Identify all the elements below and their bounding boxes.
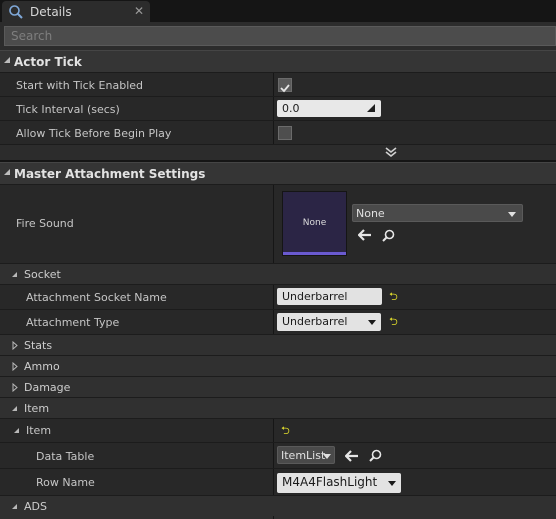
category-label: Actor Tick bbox=[14, 55, 82, 69]
row-name-combo[interactable]: M4A4FlashLight bbox=[277, 473, 401, 493]
subcategory-socket[interactable]: Socket bbox=[0, 263, 556, 284]
row-data-table: Data Table ItemList bbox=[0, 442, 556, 468]
search-input[interactable]: Search bbox=[4, 26, 556, 46]
expanded-arrow-icon bbox=[4, 57, 10, 63]
tick-interval-field[interactable]: 0.0 bbox=[277, 100, 381, 117]
row-tick-interval: Tick Interval (secs) 0.0 bbox=[0, 96, 556, 120]
reset-to-default-icon[interactable]: ⮌ bbox=[389, 316, 398, 327]
dropdown-arrow-icon bbox=[368, 320, 376, 325]
search-bar: Search bbox=[0, 22, 556, 50]
collapsed-arrow-icon bbox=[12, 362, 18, 371]
property-label: Fire Sound bbox=[16, 217, 74, 230]
details-icon bbox=[9, 4, 23, 19]
subcategory-label: Socket bbox=[24, 268, 61, 281]
attachment-socket-input[interactable]: Underbarrel bbox=[277, 288, 382, 305]
expanded-arrow-icon bbox=[4, 169, 10, 175]
category-master-attachment[interactable]: Master Attachment Settings bbox=[0, 162, 556, 184]
browse-search-icon[interactable] bbox=[382, 229, 395, 242]
property-label: Item bbox=[26, 424, 52, 437]
property-label: Start with Tick Enabled bbox=[16, 79, 144, 92]
category-actor-tick[interactable]: Actor Tick bbox=[0, 50, 556, 72]
fire-sound-thumbnail[interactable]: None bbox=[282, 191, 347, 256]
row-fire-sound: Fire Sound bbox=[0, 184, 556, 263]
column-divider bbox=[273, 121, 274, 144]
reset-to-default-icon[interactable]: ⮌ bbox=[389, 291, 398, 302]
row-allow-tick: Allow Tick Before Begin Play bbox=[0, 120, 556, 144]
subcategory-label: Item bbox=[24, 402, 50, 415]
column-divider bbox=[273, 419, 274, 442]
subcategory-ads[interactable]: ADS bbox=[0, 495, 556, 519]
dropdown-arrow-icon bbox=[323, 454, 331, 459]
subcategory-label: Stats bbox=[24, 339, 53, 352]
row-name-value: M4A4FlashLight bbox=[282, 475, 378, 489]
use-selected-arrow-icon[interactable] bbox=[358, 229, 372, 241]
collapsed-arrow-icon bbox=[12, 341, 18, 350]
start-with-tick-checkbox[interactable] bbox=[278, 78, 292, 93]
dropdown-arrow-icon bbox=[508, 212, 516, 217]
column-divider bbox=[273, 97, 274, 120]
dropdown-arrow-icon bbox=[388, 481, 396, 486]
advanced-expander[interactable] bbox=[0, 144, 556, 160]
fire-sound-combo[interactable]: None bbox=[352, 204, 523, 222]
allow-tick-checkbox[interactable] bbox=[278, 126, 292, 140]
column-divider bbox=[273, 185, 274, 263]
expanded-arrow-icon bbox=[12, 406, 17, 411]
subcategory-item[interactable]: Item bbox=[0, 397, 556, 418]
chevron-down-icon bbox=[385, 147, 397, 157]
tab-details-label: Details bbox=[30, 4, 72, 19]
use-selected-arrow-icon[interactable] bbox=[345, 450, 359, 462]
reset-to-default-icon[interactable]: ⮌ bbox=[281, 425, 290, 436]
tab-bar: Details ✕ bbox=[0, 0, 556, 22]
expanded-arrow-icon bbox=[12, 504, 17, 509]
property-label: Attachment Type bbox=[26, 316, 120, 329]
subcategory-ammo[interactable]: Ammo bbox=[0, 355, 556, 376]
asset-type-bar bbox=[283, 252, 346, 255]
property-label: Data Table bbox=[36, 450, 95, 463]
row-attachment-type: Attachment Type Underbarrel ⮌ bbox=[0, 309, 556, 334]
expanded-arrow-icon bbox=[12, 272, 17, 277]
expanded-arrow-icon[interactable] bbox=[14, 428, 19, 433]
column-divider bbox=[273, 73, 274, 96]
tick-interval-value: 0.0 bbox=[282, 102, 300, 115]
attachment-type-value: Underbarrel bbox=[282, 315, 348, 328]
tab-details[interactable]: Details ✕ bbox=[2, 1, 150, 22]
column-divider bbox=[273, 285, 274, 309]
property-label: Allow Tick Before Begin Play bbox=[16, 127, 172, 140]
property-label: Attachment Socket Name bbox=[26, 291, 167, 304]
subcategory-label: Damage bbox=[24, 381, 71, 394]
checkmark-icon bbox=[280, 84, 290, 93]
row-row-name: Row Name M4A4FlashLight bbox=[0, 468, 556, 495]
column-divider bbox=[273, 443, 274, 468]
column-divider bbox=[273, 310, 274, 334]
property-label: Tick Interval (secs) bbox=[16, 103, 120, 116]
column-divider bbox=[273, 469, 274, 495]
row-item-struct: Item ⮌ bbox=[0, 418, 556, 442]
subcategory-label: ADS bbox=[24, 500, 47, 513]
row-attachment-socket-name: Attachment Socket Name Underbarrel ⮌ bbox=[0, 284, 556, 309]
property-label: Row Name bbox=[36, 476, 95, 489]
data-table-combo[interactable]: ItemList bbox=[277, 446, 335, 464]
close-icon[interactable]: ✕ bbox=[134, 5, 144, 17]
row-start-with-tick: Start with Tick Enabled bbox=[0, 72, 556, 96]
thumbnail-caption: None bbox=[302, 218, 327, 228]
drag-handle-icon bbox=[367, 104, 375, 112]
category-label: Master Attachment Settings bbox=[14, 167, 206, 181]
subcategory-stats[interactable]: Stats bbox=[0, 334, 556, 355]
subcategory-label: Ammo bbox=[24, 360, 60, 373]
browse-search-icon[interactable] bbox=[369, 449, 382, 462]
subcategory-damage[interactable]: Damage bbox=[0, 376, 556, 397]
collapsed-arrow-icon bbox=[12, 383, 18, 392]
fire-sound-combo-value: None bbox=[356, 207, 385, 220]
attachment-type-combo[interactable]: Underbarrel bbox=[277, 313, 381, 331]
data-table-value: ItemList bbox=[281, 449, 326, 462]
